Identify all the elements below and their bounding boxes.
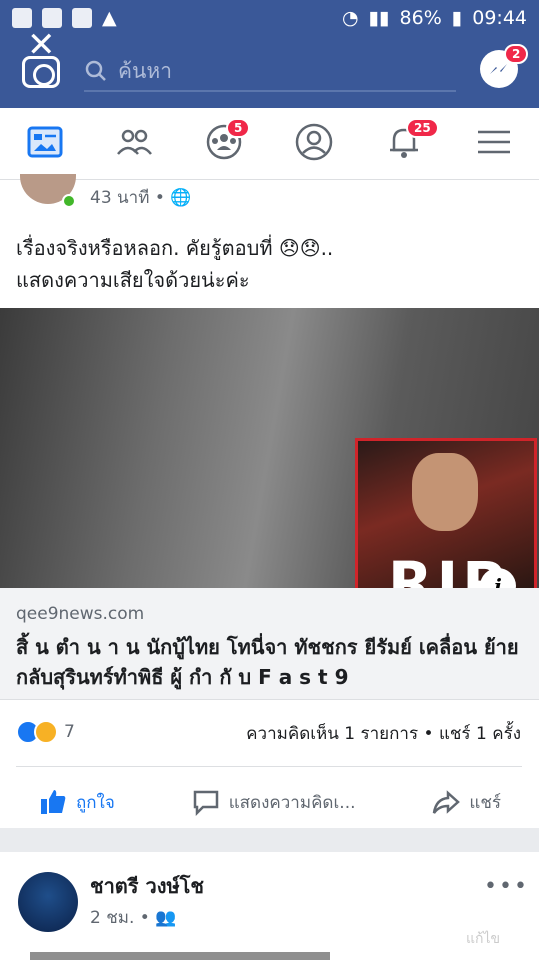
thumbs-up-icon <box>40 790 66 814</box>
post-text-line1: เรื่องจริงหรือหลอก. คัยรู้ตอบที่ 😞😞.. <box>16 236 334 260</box>
divider <box>16 766 522 767</box>
close-icon[interactable]: ✕ <box>27 28 56 62</box>
sad-reaction-icon <box>34 720 58 744</box>
online-indicator <box>62 194 76 208</box>
feed-post: ชาตรี วงษ์โช 2 ชม. • 👥 ••• เพิ่มเติม แก้… <box>0 852 539 960</box>
link-domain: qee9news.com <box>16 604 145 624</box>
author-avatar[interactable] <box>18 872 78 932</box>
battery-percent: 86% <box>399 7 442 29</box>
search-placeholder: ค้นหา <box>118 58 173 83</box>
comment-icon <box>193 790 218 817</box>
rip-portrait: RIP <box>355 438 537 588</box>
post-time[interactable]: 43 นาที • <box>90 188 165 208</box>
post-image[interactable]: RIP <box>0 308 539 588</box>
comment-label: แสดงความคิดเ... <box>228 792 356 813</box>
link-preview[interactable]: qee9news.com สิ้ น ตำ น า น นักบู้ไทย โท… <box>0 588 539 700</box>
like-button[interactable]: ถูกใจ <box>38 787 115 817</box>
post-time[interactable]: 2 ชม. • <box>90 908 150 928</box>
post-meta: 2 ชม. • 👥 <box>90 904 176 931</box>
top-bar: ✕ ค้นหา 2 <box>0 28 539 108</box>
share-button[interactable]: แชร์ <box>431 787 501 817</box>
tab-profile[interactable] <box>294 122 334 162</box>
overlay-label-edit: แก้ไข <box>466 931 501 947</box>
like-label: ถูกใจ <box>75 792 115 813</box>
signal-icon: ▮▮ <box>368 7 390 29</box>
post-text-line2: แสดงความเสียใจด้วยน่ะค่ะ <box>16 268 250 292</box>
tab-news-feed[interactable] <box>26 122 66 162</box>
reaction-summary[interactable]: 7 <box>16 720 75 744</box>
battery-icon: ▮ <box>451 7 463 29</box>
portrait-face <box>412 453 478 531</box>
post-text-preview <box>30 952 330 960</box>
friends-audience-icon: 👥 <box>155 908 177 928</box>
tab-groups[interactable]: 5 <box>204 118 251 162</box>
messenger-icon[interactable]: 2 <box>480 44 529 88</box>
reaction-count: 7 <box>64 722 75 742</box>
post-meta: 43 นาที • 🌐 <box>90 184 191 211</box>
post-text: เรื่องจริงหรือหลอก. คัยรู้ตอบที่ 😞😞.. แส… <box>16 232 516 296</box>
post-actions: ถูกใจ แสดงความคิดเ... แชร์ <box>0 778 539 826</box>
wifi-icon: ◔ <box>342 7 359 29</box>
comment-button[interactable]: แสดงความคิดเ... <box>191 787 356 817</box>
clock: 09:44 <box>472 7 527 29</box>
overlay-label-more: เพิ่มเติม <box>22 931 69 947</box>
tab-notifications[interactable]: 25 <box>384 118 439 162</box>
gallery-notification-icon <box>72 8 92 28</box>
notifications-badge: 25 <box>406 118 439 138</box>
warning-icon: ▲ <box>102 7 117 29</box>
friends-icon <box>117 129 152 155</box>
search-icon <box>85 60 106 81</box>
link-headline: สิ้ น ตำ น า น นักบู้ไทย โทนี่จา ทัชชกร … <box>16 635 519 689</box>
messenger-badge: 2 <box>504 44 529 64</box>
globe-icon: 🌐 <box>170 188 192 208</box>
comments-shares-count[interactable]: ความคิดเห็น 1 รายการ • แชร์ 1 ครั้ง <box>246 720 521 747</box>
profile-icon <box>295 123 333 161</box>
author-name[interactable]: ชาตรี วงษ์โช <box>90 870 204 902</box>
share-icon <box>433 790 461 814</box>
hamburger-menu-icon <box>478 130 510 154</box>
tab-friends[interactable] <box>114 122 154 162</box>
tab-bar: 5 25 <box>0 108 539 180</box>
tab-menu[interactable] <box>474 122 514 162</box>
search-input[interactable]: ค้นหา <box>84 52 456 92</box>
groups-badge: 5 <box>226 118 251 138</box>
status-bar: ▲ ◔ ▮▮ 86% ▮ 09:44 <box>0 0 539 36</box>
feed-post: 43 นาที • 🌐 เรื่องจริงหรือหลอก. คัยรู้ตอ… <box>0 174 539 828</box>
news-feed-icon <box>27 126 63 158</box>
share-label: แชร์ <box>469 792 502 813</box>
more-options-icon[interactable]: ••• <box>484 874 529 899</box>
